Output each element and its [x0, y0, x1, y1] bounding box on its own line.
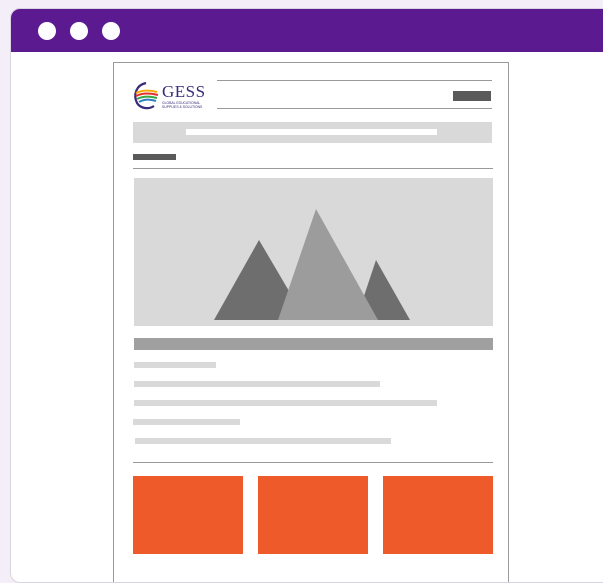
gess-logo[interactable]: GESS GLOBAL EDUCATIONAL SUPPLIES & SOLUT…: [132, 81, 212, 113]
card-placeholder-3[interactable]: [383, 476, 493, 554]
header-menu-placeholder[interactable]: [453, 91, 491, 101]
card-placeholder-2[interactable]: [258, 476, 368, 554]
logo-tagline: GLOBAL EDUCATIONAL SUPPLIES & SOLUTIONS: [162, 101, 202, 109]
mountains-placeholder-icon: [214, 209, 410, 320]
window-control-dot-2[interactable]: [70, 22, 88, 40]
header-rule-top: [217, 80, 492, 81]
header-rule-bottom: [217, 108, 492, 109]
window-titlebar: [11, 9, 603, 52]
window-control-dot-3[interactable]: [102, 22, 120, 40]
content-divider: [133, 462, 493, 463]
text-line-placeholder-5: [135, 438, 391, 444]
window-control-dot-1[interactable]: [38, 22, 56, 40]
hero-image-placeholder: [134, 178, 493, 326]
logo-tagline-line2: SUPPLIES & SOLUTIONS: [162, 105, 203, 109]
browser-window: GESS GLOBAL EDUCATIONAL SUPPLIES & SOLUT…: [10, 8, 603, 583]
headline-placeholder: [134, 338, 493, 350]
card-placeholder-1[interactable]: [133, 476, 243, 554]
logo-wordmark: GESS: [162, 82, 206, 101]
text-line-placeholder-1: [134, 362, 216, 368]
nav-bar-placeholder[interactable]: [133, 122, 492, 143]
text-line-placeholder-4: [133, 419, 240, 425]
page-mockup: GESS GLOBAL EDUCATIONAL SUPPLIES & SOLUT…: [113, 62, 509, 582]
text-line-placeholder-2: [134, 381, 380, 387]
nav-bar-text-placeholder: [186, 129, 437, 135]
logo-swirl-icon: [134, 81, 159, 110]
section-divider: [133, 168, 493, 169]
text-line-placeholder-3: [134, 400, 437, 406]
section-label-placeholder: [133, 154, 176, 160]
